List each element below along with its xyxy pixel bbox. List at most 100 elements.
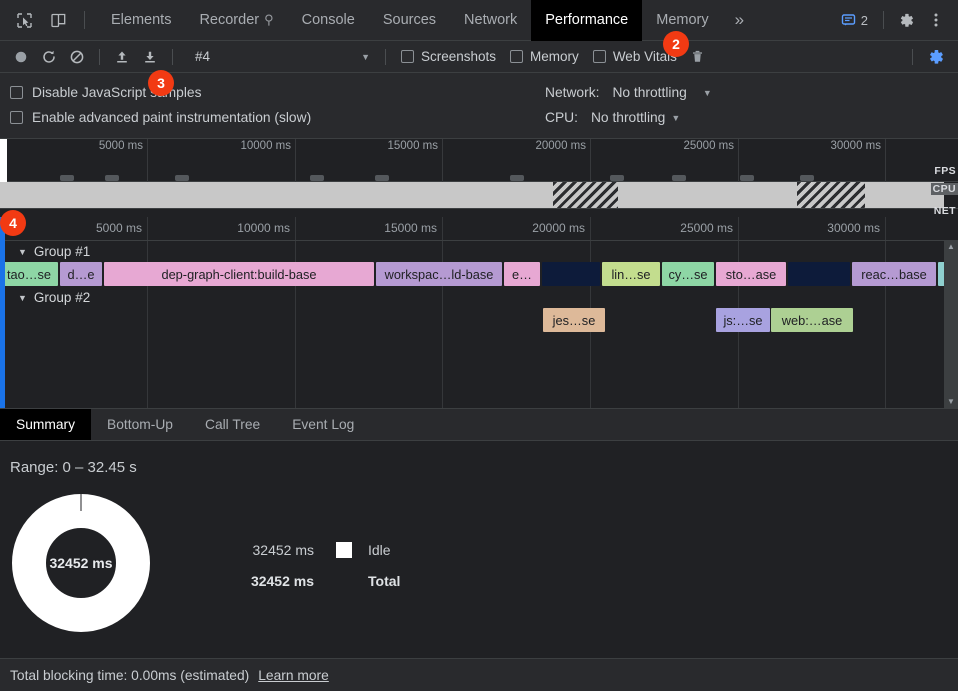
cpu-throttling-value: No throttling (591, 110, 665, 125)
cpu-throttling-select[interactable]: No throttling ▼ (586, 108, 685, 127)
kebab-menu-icon[interactable] (922, 6, 950, 34)
disable-js-samples-checkbox[interactable]: Disable JavaScript samples (0, 85, 545, 100)
capture-settings-gear-icon[interactable] (922, 44, 950, 70)
flame-track-2-bar[interactable]: jes…se (543, 308, 605, 332)
flame-chart-selection-band[interactable] (0, 217, 5, 409)
memory-checkbox-box (510, 50, 523, 63)
timeline-overview[interactable]: 5000 ms10000 ms15000 ms20000 ms25000 ms3… (0, 139, 958, 217)
legend-row-total: 32452 ms Total (224, 565, 400, 596)
summary-content: 32452 ms 32452 ms Idle 32452 ms Total (0, 476, 958, 632)
inspect-element-icon[interactable] (10, 7, 38, 33)
issues-count: 2 (861, 13, 868, 28)
summary-donut-chart: 32452 ms (12, 494, 150, 632)
tab-event-log[interactable]: Event Log (276, 409, 370, 440)
flame-track-1-bar[interactable]: cy…se (662, 262, 714, 286)
tab-bottom-up-label: Bottom-Up (107, 417, 173, 432)
flame-track-1-bar[interactable]: dep-graph-client:build-base (104, 262, 374, 286)
overview-fps-marker (310, 175, 324, 181)
screenshots-checkbox[interactable]: Screenshots (395, 45, 502, 69)
toolbar-divider-4 (912, 49, 913, 65)
tab-recorder-label: Recorder (199, 12, 259, 28)
issues-button[interactable]: 2 (834, 10, 875, 31)
learn-more-link[interactable]: Learn more (258, 668, 329, 683)
save-profile-icon[interactable] (137, 45, 163, 69)
flame-track-1-gap (788, 262, 850, 286)
reload-and-record-icon[interactable] (36, 45, 62, 69)
recording-session-select[interactable]: #4 ▼ (186, 46, 376, 68)
clear-recording-icon[interactable] (64, 45, 90, 69)
tabbar-right-icons: 2 (834, 6, 958, 34)
gear-icon[interactable] (892, 6, 920, 34)
flame-group-1-label: Group #1 (34, 244, 90, 259)
web-vitals-checkbox-box (593, 50, 606, 63)
tab-console-label: Console (302, 12, 355, 28)
screenshots-label: Screenshots (421, 49, 496, 64)
tab-call-tree[interactable]: Call Tree (189, 409, 276, 440)
overview-fps-marker (375, 175, 389, 181)
summary-range: Range: 0 – 32.45 s (0, 441, 958, 476)
donut-center-label: 32452 ms (12, 494, 150, 632)
overview-selection-handle-left[interactable] (0, 139, 7, 182)
tab-sources[interactable]: Sources (369, 0, 450, 41)
memory-label: Memory (530, 49, 579, 64)
flame-track-2-bar[interactable]: js:…se (716, 308, 770, 332)
scroll-up-icon[interactable]: ▲ (947, 243, 955, 251)
overview-cpu-hatch-0 (553, 182, 618, 208)
load-profile-icon[interactable] (109, 45, 135, 69)
flame-chart[interactable]: 5000 ms10000 ms15000 ms20000 ms25000 ms3… (0, 217, 958, 409)
advanced-paint-checkbox[interactable]: Enable advanced paint instrumentation (s… (0, 110, 545, 125)
total-blocking-time: Total blocking time: 0.00ms (estimated) (10, 668, 249, 683)
tab-network[interactable]: Network (450, 0, 531, 41)
flame-track-1-bar[interactable]: reac…base (852, 262, 936, 286)
tab-performance-label: Performance (545, 12, 628, 28)
status-bar: Total blocking time: 0.00ms (estimated) … (0, 658, 958, 691)
chevron-down-icon-group2: ▼ (18, 293, 27, 303)
idle-value: 32452 ms (224, 542, 314, 558)
network-throttling-select[interactable]: No throttling ▼ (607, 83, 716, 102)
advanced-paint-box (10, 111, 23, 124)
overview-fps-marker (105, 175, 119, 181)
tab-event-log-label: Event Log (292, 417, 354, 432)
tab-summary[interactable]: Summary (0, 409, 91, 440)
flame-track-2-bar[interactable]: web:…ase (771, 308, 853, 332)
tabbar-divider-right (883, 11, 884, 29)
flame-group-1[interactable]: ▼ Group #1 (0, 241, 90, 262)
record-circle-icon[interactable] (8, 45, 34, 69)
more-tabs-icon[interactable]: » (723, 0, 756, 41)
tab-elements[interactable]: Elements (97, 0, 185, 41)
legend-row-idle: 32452 ms Idle (224, 534, 400, 565)
flame-chart-ruler (0, 217, 958, 241)
tab-console[interactable]: Console (288, 0, 369, 41)
flame-track-1-bar[interactable]: sto…ase (716, 262, 786, 286)
total-label: Total (368, 573, 400, 589)
tab-bottom-up[interactable]: Bottom-Up (91, 409, 189, 440)
trash-icon[interactable] (685, 45, 711, 69)
flame-track-1-gap (542, 262, 600, 286)
memory-checkbox[interactable]: Memory (504, 45, 585, 69)
chevron-down-icon: ▼ (361, 52, 370, 62)
devtools-tabbar: Elements Recorder ⚲ Console Sources Netw… (0, 0, 958, 41)
flame-group-2[interactable]: ▼ Group #2 (0, 287, 90, 308)
settings-row-2: Enable advanced paint instrumentation (s… (0, 105, 958, 130)
toolbar-divider-2 (172, 49, 173, 65)
flame-track-1-bar[interactable]: workspac…ld-base (376, 262, 502, 286)
overview-lane-net: NET (932, 205, 958, 217)
flame-track-1-bar[interactable]: e… (504, 262, 540, 286)
advanced-paint-label: Enable advanced paint instrumentation (s… (32, 110, 311, 125)
flame-track-1-bar[interactable]: tao…se (0, 262, 58, 286)
cpu-label: CPU: (545, 110, 578, 125)
overview-tick-label-5: 30000 ms (830, 140, 881, 152)
scroll-down-icon[interactable]: ▼ (947, 398, 955, 406)
flame-track-1-bar[interactable]: lin…se (602, 262, 660, 286)
device-toolbar-icon[interactable] (44, 7, 72, 33)
network-throttling-row: Network: No throttling ▼ (545, 83, 717, 102)
network-label: Network: (545, 85, 599, 100)
tab-performance[interactable]: Performance (531, 0, 642, 41)
flame-chart-scrollbar[interactable]: ▲ ▼ (944, 241, 958, 408)
toolbar-divider-3 (385, 49, 386, 65)
overview-net-band (0, 208, 958, 217)
settings-row-1: Disable JavaScript samples Network: No t… (0, 80, 958, 105)
tab-recorder[interactable]: Recorder ⚲ (185, 0, 287, 41)
flame-track-1-bar[interactable]: d…e (60, 262, 102, 286)
chevron-down-icon-cpu: ▼ (671, 113, 680, 123)
